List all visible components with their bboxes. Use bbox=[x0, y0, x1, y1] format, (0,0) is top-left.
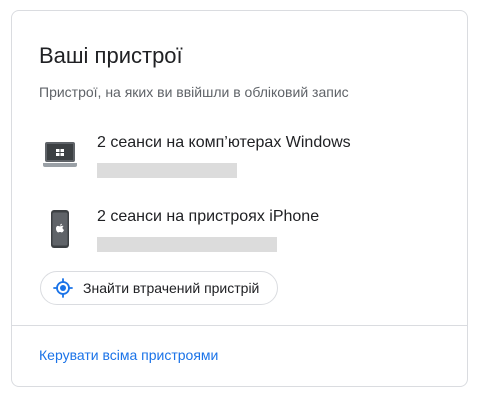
device-title: 2 сеанси на комп’ютерах Windows bbox=[97, 134, 351, 151]
manage-all-devices-link[interactable]: Керувати всіма пристроями bbox=[39, 345, 218, 365]
device-title: 2 сеанси на пристроях iPhone bbox=[97, 208, 320, 225]
locate-icon bbox=[53, 278, 73, 298]
card-divider bbox=[12, 325, 467, 326]
card-subtitle: Пристрої, на яких ви ввійшли в обліковий… bbox=[39, 84, 349, 100]
phone-icon bbox=[51, 210, 69, 248]
device-details-redacted bbox=[97, 163, 237, 178]
card-title: Ваші пристрої bbox=[39, 43, 183, 68]
device-item-windows[interactable]: 2 сеанси на комп’ютерах Windows bbox=[39, 126, 459, 178]
device-item-iphone[interactable]: 2 сеанси на пристроях iPhone bbox=[39, 200, 459, 252]
device-details-redacted bbox=[97, 237, 277, 252]
laptop-icon bbox=[43, 142, 77, 167]
find-lost-device-button[interactable]: Знайти втрачений пристрій bbox=[40, 271, 279, 305]
devices-card: Ваші пристрої Пристрої, на яких ви ввійш… bbox=[11, 10, 468, 387]
find-lost-device-label: Знайти втрачений пристрій bbox=[83, 280, 260, 296]
